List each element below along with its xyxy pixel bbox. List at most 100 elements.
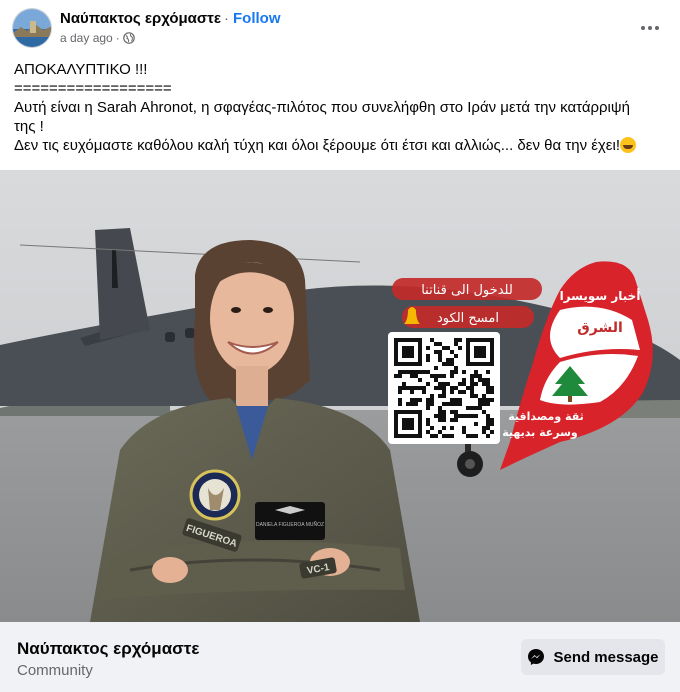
qr-module [410,370,414,374]
qr-module [478,402,482,406]
qr-module [470,386,474,390]
qr-module [490,386,494,390]
qr-module [454,370,458,374]
qr-module [438,382,442,386]
more-dots-icon[interactable] [638,16,662,40]
qr-module [406,370,410,374]
qr-module [434,342,438,346]
qr-module [486,386,490,390]
qr-module [454,354,458,358]
qr-module [486,434,490,438]
qr-module [486,422,490,426]
qr-module [454,410,458,414]
qr-module [458,390,462,394]
qr-module [430,338,434,342]
qr-module [426,406,430,410]
qr-module [450,370,454,374]
brand-name-line1: أخبار سويسرا [560,288,641,304]
qr-module [422,390,426,394]
messenger-icon [528,649,545,665]
qr-module [430,434,434,438]
qr-module [474,422,478,426]
page-name-link[interactable]: Ναύπακτος ερχόμαστε [60,10,221,27]
qr-module [418,370,422,374]
qr-module [454,366,458,370]
qr-module [426,402,430,406]
qr-module [474,406,478,410]
qr-module [462,426,466,430]
qr-module [450,402,454,406]
qr-module [402,370,406,374]
footer-page-category: Community [17,662,93,679]
page-avatar[interactable] [12,8,52,48]
qr-module [470,390,474,394]
qr-module [438,350,442,354]
qr-module [450,390,454,394]
qr-module [454,414,458,418]
follow-button[interactable]: Follow [233,10,281,27]
qr-module [458,414,462,418]
qr-module [426,370,430,374]
qr-module [462,378,466,382]
qr-module [434,386,438,390]
qr-module [442,434,446,438]
qr-module [394,374,398,378]
qr-module [430,426,434,430]
qr-module [442,414,446,418]
qr-module [450,374,454,378]
qr-module [430,394,434,398]
qr-module [454,338,458,342]
qr-module [406,386,410,390]
qr-module [442,410,446,414]
qr-module [442,394,446,398]
qr-module [470,394,474,398]
qr-module [410,402,414,406]
qr-module [482,410,486,414]
qr-module [414,370,418,374]
qr-module [402,386,406,390]
qr-module [398,390,402,394]
qr-module [486,402,490,406]
qr-module [466,434,470,438]
qr-module [398,402,402,406]
qr-module [434,378,438,382]
qr-module [462,414,466,418]
qr-module [450,418,454,422]
name-tag-text: DANIELA FIGUEROA MUÑOZ [256,521,324,528]
post-text: ΑΠΟΚΑΛΥΠΤΙΚΟ !!! ================== Αυτή… [14,60,674,155]
tagline-1: ثقة ومصداقية [508,410,584,423]
qr-module [482,394,486,398]
qr-module [450,386,454,390]
qr-module [442,390,446,394]
post-header: Ναύπακτος ερχόμαστε · Follow a day ago · [0,0,680,56]
qr-module [418,386,422,390]
qr-module [414,386,418,390]
qr-module [490,418,494,422]
qr-module [450,362,454,366]
qr-module [486,418,490,422]
qr-module [438,418,442,422]
qr-module [446,402,450,406]
qr-finder [402,346,414,358]
globe-icon[interactable] [122,32,135,44]
qr-module [466,406,470,410]
qr-module [426,358,430,362]
post-timestamp[interactable]: a day ago [60,31,113,45]
qr-code[interactable] [388,332,500,444]
post-text-last: Δεν τις ευχόμαστε καθόλου καλή τύχη και … [14,137,620,154]
post-image[interactable]: DANIELA FIGUEROA MUÑOZ FIGUEROA VC-1 للد… [0,170,680,622]
qr-module [478,374,482,378]
send-message-button[interactable]: Send message [521,639,665,675]
qr-module [422,370,426,374]
qr-module [454,418,458,422]
qr-module [474,370,478,374]
qr-module [402,382,406,386]
footer-page-name[interactable]: Ναύπακτος ερχόμαστε [17,639,199,659]
qr-module [442,374,446,378]
brand-name-line2: الشرق [577,320,623,336]
qr-module [442,386,446,390]
qr-module [482,426,486,430]
overlay-scan-text: امسح الكود [437,311,499,326]
qr-module [414,398,418,402]
qr-module [486,398,490,402]
